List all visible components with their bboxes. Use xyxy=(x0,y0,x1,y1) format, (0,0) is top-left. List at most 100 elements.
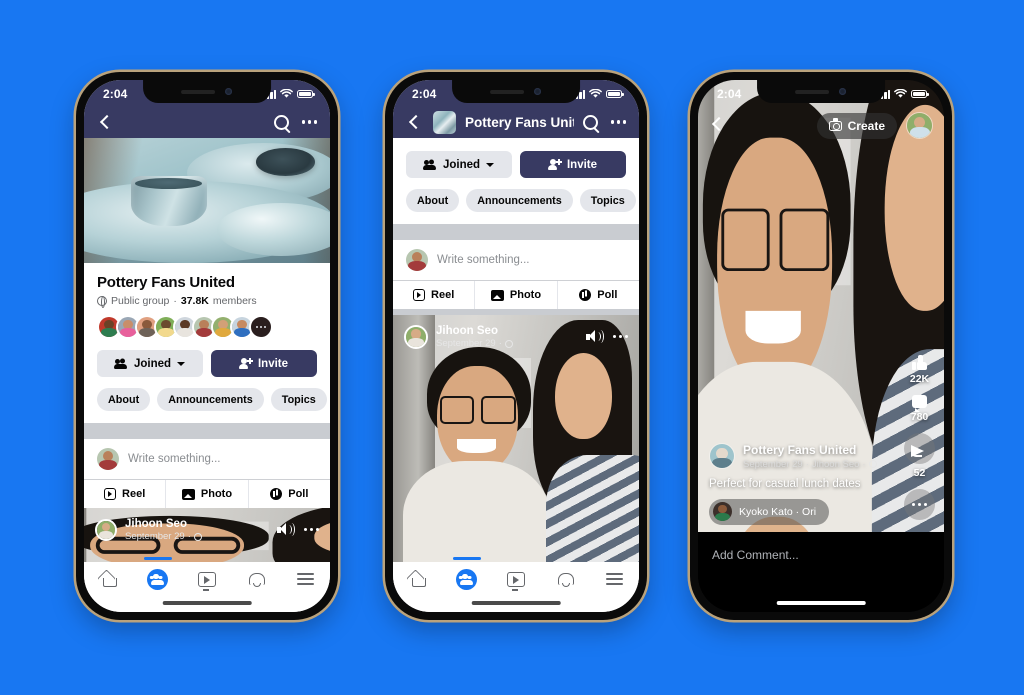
sidebar-item-menu[interactable] xyxy=(590,562,639,596)
reel-top-bar: Create xyxy=(698,106,944,145)
member-avatar-row[interactable] xyxy=(84,307,330,339)
avatar[interactable] xyxy=(906,112,933,139)
thumbs-up-icon[interactable] xyxy=(911,355,927,370)
sidebar-item-watch[interactable] xyxy=(491,562,540,596)
back-icon[interactable] xyxy=(709,116,729,136)
sidebar-item-watch[interactable] xyxy=(182,562,231,596)
sidebar-item-menu[interactable] xyxy=(281,562,330,596)
share-count: 52 xyxy=(913,467,926,479)
person-add-icon xyxy=(548,159,562,170)
avatar xyxy=(404,324,428,349)
composer-photo-button[interactable]: Photo xyxy=(165,480,247,508)
group-action-buttons: Joined Invite xyxy=(393,138,639,178)
reel-author-name: Jihoon Seo xyxy=(811,458,860,470)
sep: · xyxy=(805,458,809,470)
comment-icon[interactable] xyxy=(912,395,927,412)
group-privacy: Public group xyxy=(111,295,170,307)
composer-photo-label: Photo xyxy=(200,488,233,500)
more-horizontal-icon xyxy=(911,502,928,507)
invite-button[interactable]: Invite xyxy=(211,350,317,377)
phone-3: 2:04 Create 22K 780 52 Pottery Fans Unit… xyxy=(690,72,952,620)
sidebar-item-groups[interactable] xyxy=(133,557,182,596)
speaker-icon[interactable] xyxy=(585,330,604,344)
reel-comment[interactable]: 780 xyxy=(910,395,929,423)
sidebar-item-groups[interactable] xyxy=(442,557,491,596)
composer-photo-button[interactable]: Photo xyxy=(474,281,556,309)
more-members-avatar[interactable] xyxy=(249,315,273,339)
reel-like[interactable]: 22K xyxy=(910,355,929,385)
group-thumbnail-icon[interactable] xyxy=(433,110,456,134)
tab-about[interactable]: About xyxy=(406,189,460,212)
composer-poll-label: Poll xyxy=(597,289,618,301)
joined-button-label: Joined xyxy=(442,158,481,171)
camera-icon xyxy=(828,118,842,131)
comment-count: 780 xyxy=(910,411,929,423)
reel-share[interactable]: 52 xyxy=(904,433,935,479)
active-tab-underline xyxy=(144,557,172,560)
home-icon xyxy=(100,572,117,587)
tab-announcements[interactable]: Announcements xyxy=(466,189,573,212)
like-count: 22K xyxy=(909,373,930,385)
back-icon[interactable] xyxy=(406,113,424,131)
more-horizontal-icon[interactable] xyxy=(610,120,626,124)
more-horizontal-icon[interactable] xyxy=(301,120,317,124)
reel-music-pill[interactable]: Kyoko Kato · Ori xyxy=(709,498,830,525)
composer-reel-button[interactable]: Reel xyxy=(393,281,474,309)
reel-group-name: Pottery Fans United xyxy=(743,442,857,457)
notch xyxy=(452,80,580,103)
share-button[interactable] xyxy=(904,433,935,464)
feed-post[interactable]: Jihoon Seo September 29 · xyxy=(84,508,330,568)
poster-canvas: 2:04 Pottery Fans United Public group · … xyxy=(0,0,1024,695)
speaker-icon[interactable] xyxy=(276,523,295,537)
create-button[interactable]: Create xyxy=(816,112,897,139)
front-camera xyxy=(534,88,542,95)
sidebar-item-notifications[interactable] xyxy=(541,562,590,596)
reel-subtitle: September 29 · Jihoon Seo · xyxy=(743,459,877,470)
tab-announcements[interactable]: Announcements xyxy=(157,388,264,411)
more-horizontal-icon[interactable] xyxy=(303,527,319,532)
photo-icon xyxy=(490,289,504,301)
composer-poll-button[interactable]: Poll xyxy=(556,281,639,309)
back-icon[interactable] xyxy=(97,113,115,131)
post-composer[interactable]: Write something... xyxy=(393,240,639,280)
sidebar-item-home[interactable] xyxy=(393,562,442,596)
search-icon[interactable] xyxy=(582,114,598,130)
invite-button[interactable]: Invite xyxy=(520,151,626,178)
poll-icon xyxy=(270,488,283,500)
active-tab-underline xyxy=(453,557,481,560)
group-info: Pottery Fans United Public group · 37.8K… xyxy=(84,263,330,308)
watch-icon xyxy=(506,571,525,591)
composer-actions: Reel Photo Poll xyxy=(84,479,330,508)
group-tabs: About Announcements Topics Reels xyxy=(393,178,639,224)
reel-author-row[interactable]: Pottery Fans United September 29 · Jihoo… xyxy=(709,443,886,470)
feed-post[interactable]: Jihoon Seo September 29 · xyxy=(393,315,639,585)
bell-icon xyxy=(558,572,575,587)
tab-topics[interactable]: Topics xyxy=(270,388,327,411)
people-icon xyxy=(113,358,128,369)
groups-icon xyxy=(456,568,478,590)
reel-date: September 29 xyxy=(743,458,803,470)
battery-full-icon xyxy=(606,89,624,99)
post-header: Jihoon Seo September 29 · xyxy=(393,315,639,358)
more-horizontal-icon[interactable] xyxy=(612,334,628,339)
sidebar-item-home[interactable] xyxy=(84,562,133,596)
reel-more-button[interactable] xyxy=(904,489,935,520)
reel-action-rail: 22K 780 52 xyxy=(904,355,935,520)
home-indicator xyxy=(162,600,252,605)
sidebar-item-notifications[interactable] xyxy=(232,562,281,596)
earpiece-speaker xyxy=(795,89,830,94)
composer-reel-label: Reel xyxy=(431,289,455,301)
page-title: Pottery Fans United xyxy=(97,274,235,291)
joined-button[interactable]: Joined xyxy=(97,350,203,377)
tab-about[interactable]: About xyxy=(97,388,151,411)
composer-poll-button[interactable]: Poll xyxy=(247,480,330,508)
share-arrow-icon xyxy=(911,442,928,457)
search-icon[interactable] xyxy=(273,114,289,130)
battery-full-icon xyxy=(297,89,315,99)
joined-button[interactable]: Joined xyxy=(406,151,512,178)
phone-1-screen: 2:04 Pottery Fans United Public group · … xyxy=(84,80,330,612)
post-composer[interactable]: Write something... xyxy=(84,439,330,479)
tab-topics[interactable]: Topics xyxy=(579,189,636,212)
composer-reel-button[interactable]: Reel xyxy=(84,480,165,508)
post-date: September 29 · xyxy=(436,338,513,349)
